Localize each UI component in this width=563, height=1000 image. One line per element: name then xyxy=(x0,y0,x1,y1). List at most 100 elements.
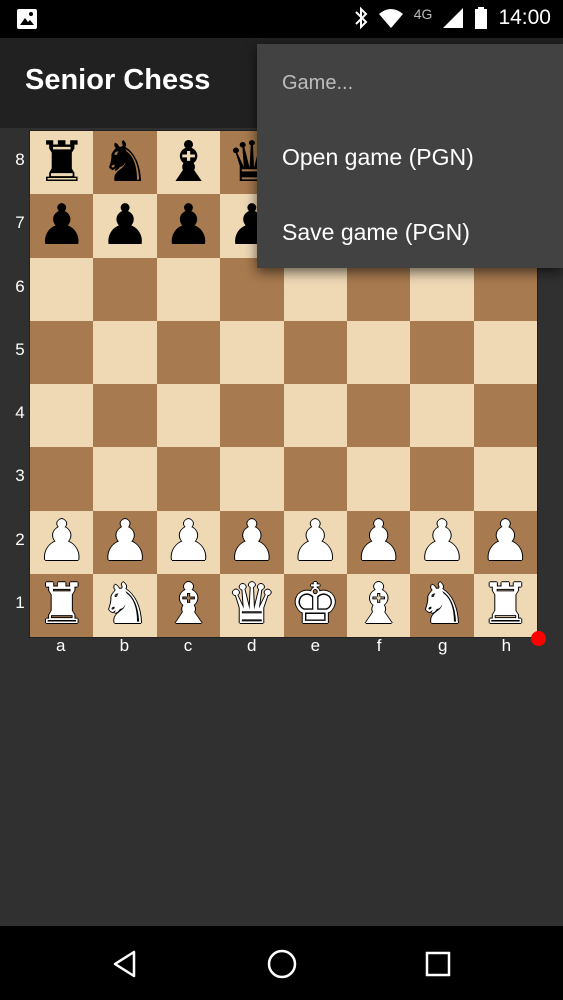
square-e4[interactable] xyxy=(283,384,347,448)
square-a5[interactable] xyxy=(30,320,94,384)
file-label-d: d xyxy=(246,636,257,655)
rank-label-1: 1 xyxy=(15,592,25,612)
square-c3[interactable] xyxy=(156,447,221,511)
rank-label-3: 3 xyxy=(15,466,25,486)
square-b5[interactable] xyxy=(93,320,157,384)
square-c6[interactable] xyxy=(156,257,221,321)
square-f1[interactable]: ♝ xyxy=(346,573,411,637)
recents-button[interactable] xyxy=(418,944,458,984)
back-button[interactable] xyxy=(106,944,146,984)
square-h5[interactable] xyxy=(473,320,537,384)
white-queen-icon[interactable]: ♛ xyxy=(227,577,277,633)
white-pawn-icon[interactable]: ♟ xyxy=(417,514,467,570)
black-pawn-icon[interactable]: ♟ xyxy=(37,197,87,254)
square-a7[interactable]: ♟ xyxy=(30,194,94,258)
square-d2[interactable]: ♟ xyxy=(220,510,284,574)
white-king-icon[interactable]: ♚ xyxy=(290,577,340,633)
square-c1[interactable]: ♝ xyxy=(156,573,221,637)
black-rook-icon[interactable]: ♜ xyxy=(37,134,87,191)
square-a4[interactable] xyxy=(30,384,94,448)
signal-icon xyxy=(443,8,464,28)
square-e1[interactable]: ♚ xyxy=(283,573,347,637)
square-c5[interactable] xyxy=(156,320,221,384)
square-h1[interactable]: ♜ xyxy=(473,573,537,637)
status-icons: 4G 14:00 xyxy=(354,6,551,30)
square-b8[interactable]: ♞ xyxy=(93,131,157,195)
white-rook-icon[interactable]: ♜ xyxy=(37,577,87,633)
rank-label-6: 6 xyxy=(15,276,25,296)
back-icon xyxy=(113,950,136,978)
home-icon xyxy=(267,949,297,979)
black-knight-icon[interactable]: ♞ xyxy=(100,134,150,191)
square-h4[interactable] xyxy=(473,384,537,448)
home-button[interactable] xyxy=(262,944,302,984)
square-d4[interactable] xyxy=(220,384,284,448)
white-pawn-icon[interactable]: ♟ xyxy=(353,514,403,570)
rank-label-5: 5 xyxy=(15,339,25,359)
rank-label-4: 4 xyxy=(15,403,25,422)
square-f4[interactable] xyxy=(346,384,411,448)
file-label-g: g xyxy=(438,636,448,655)
overflow-menu: Game... Open game (PGN) Save game (PGN) xyxy=(257,44,563,268)
white-bishop-icon[interactable]: ♝ xyxy=(353,577,403,633)
square-c2[interactable]: ♟ xyxy=(156,510,221,574)
square-c4[interactable] xyxy=(156,384,221,448)
white-knight-icon[interactable]: ♞ xyxy=(100,577,150,633)
rank-label-7: 7 xyxy=(15,213,25,233)
white-pawn-icon[interactable]: ♟ xyxy=(100,514,150,570)
square-d3[interactable] xyxy=(220,447,284,511)
file-label-b: b xyxy=(119,636,130,655)
square-g2[interactable]: ♟ xyxy=(410,510,474,574)
square-a6[interactable] xyxy=(30,257,94,321)
square-e3[interactable] xyxy=(283,447,347,511)
square-h3[interactable] xyxy=(473,447,537,511)
square-f2[interactable]: ♟ xyxy=(346,510,411,574)
square-d1[interactable]: ♛ xyxy=(220,573,284,637)
clock: 14:00 xyxy=(498,6,551,29)
square-b7[interactable]: ♟ xyxy=(93,194,157,258)
square-a8[interactable]: ♜ xyxy=(30,131,94,195)
status-bar: 4G 14:00 xyxy=(0,0,563,38)
white-rook-icon[interactable]: ♜ xyxy=(480,577,530,633)
square-g1[interactable]: ♞ xyxy=(410,573,474,637)
white-knight-icon[interactable]: ♞ xyxy=(417,577,467,633)
rank-label-8: 8 xyxy=(15,150,25,169)
black-pawn-icon[interactable]: ♟ xyxy=(100,197,150,254)
square-b1[interactable]: ♞ xyxy=(93,573,157,637)
square-g4[interactable] xyxy=(410,384,474,448)
square-d5[interactable] xyxy=(220,320,284,384)
black-pawn-icon[interactable]: ♟ xyxy=(163,197,213,254)
network-type: 4G xyxy=(413,6,433,22)
white-pawn-icon[interactable]: ♟ xyxy=(37,514,87,570)
recents-icon xyxy=(425,951,451,977)
menu-item-save-game[interactable]: Save game (PGN) xyxy=(282,219,470,246)
square-c7[interactable]: ♟ xyxy=(156,194,221,258)
square-b3[interactable] xyxy=(93,447,157,511)
square-f5[interactable] xyxy=(346,320,411,384)
square-e2[interactable]: ♟ xyxy=(283,510,347,574)
white-bishop-icon[interactable]: ♝ xyxy=(163,577,213,633)
square-b2[interactable]: ♟ xyxy=(93,510,157,574)
menu-item-open-game[interactable]: Open game (PGN) xyxy=(282,144,474,171)
white-pawn-icon[interactable]: ♟ xyxy=(290,514,340,570)
square-h2[interactable]: ♟ xyxy=(473,510,537,574)
white-pawn-icon[interactable]: ♟ xyxy=(227,514,277,570)
square-a1[interactable]: ♜ xyxy=(30,573,94,637)
menu-header-game: Game... xyxy=(282,72,354,94)
gallery-notification xyxy=(16,8,38,34)
square-a2[interactable]: ♟ xyxy=(30,510,94,574)
white-pawn-icon[interactable]: ♟ xyxy=(163,514,213,570)
file-label-a: a xyxy=(55,636,66,655)
square-g5[interactable] xyxy=(410,320,474,384)
square-g3[interactable] xyxy=(410,447,474,511)
square-b4[interactable] xyxy=(93,384,157,448)
white-pawn-icon[interactable]: ♟ xyxy=(480,514,530,570)
square-b6[interactable] xyxy=(93,257,157,321)
black-bishop-icon[interactable]: ♝ xyxy=(163,134,213,191)
square-c8[interactable]: ♝ xyxy=(156,131,221,195)
app-title: Senior Chess xyxy=(25,64,211,96)
square-f3[interactable] xyxy=(346,447,411,511)
square-e5[interactable] xyxy=(283,320,347,384)
navigation-bar xyxy=(0,926,563,1000)
square-a3[interactable] xyxy=(30,447,94,511)
